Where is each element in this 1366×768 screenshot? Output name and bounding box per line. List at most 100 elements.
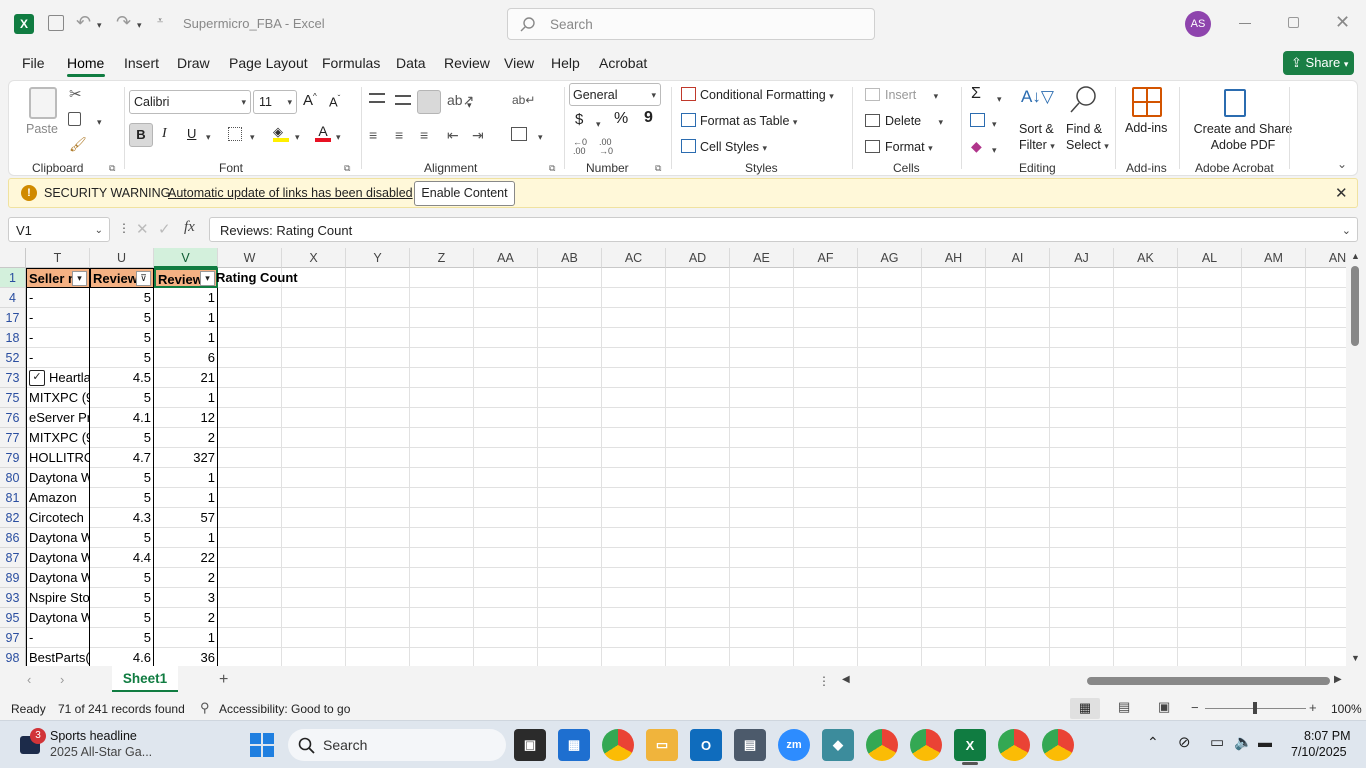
menu-view[interactable]: View (504, 55, 534, 71)
row-header[interactable]: 18 (0, 328, 26, 348)
fill-dropdown-icon[interactable]: ▾ (992, 116, 997, 130)
cell-u[interactable]: 4.3 (90, 508, 154, 528)
cell-t[interactable]: - (26, 348, 90, 368)
restore-button[interactable] (1288, 17, 1299, 28)
zoom-app-icon[interactable]: zm (778, 729, 810, 761)
row-header[interactable]: 52 (0, 348, 26, 368)
checkbox-icon[interactable]: ✓ (29, 370, 45, 386)
cell-t[interactable]: Daytona W (26, 548, 90, 568)
fill-color-icon[interactable]: ◈ (273, 124, 289, 142)
task-view-icon[interactable]: ▣ (514, 729, 546, 761)
italic-button[interactable]: I (162, 126, 167, 142)
volume-icon[interactable]: 🔈 (1234, 733, 1253, 751)
cell-u[interactable]: 5 (90, 468, 154, 488)
conditional-formatting-icon[interactable] (681, 87, 696, 101)
scroll-right-icon[interactable]: ▶ (1334, 674, 1342, 685)
row-header[interactable]: 77 (0, 428, 26, 448)
cell-u[interactable]: 5 (90, 628, 154, 648)
zoom-in-icon[interactable]: + (1309, 700, 1317, 715)
menu-help[interactable]: Help (551, 55, 580, 71)
cell-u[interactable]: 5 (90, 588, 154, 608)
decrease-font-icon[interactable]: Aˇ (329, 94, 340, 109)
cell-t[interactable]: MITXPC (9 (26, 388, 90, 408)
cell-t[interactable]: - (26, 328, 90, 348)
borders-icon[interactable] (228, 127, 242, 141)
format-cells-icon[interactable] (865, 140, 880, 153)
cancel-icon[interactable]: ✕ (136, 220, 149, 238)
menu-formulas[interactable]: Formulas (322, 55, 380, 71)
battery-icon[interactable]: ▬ (1258, 734, 1272, 750)
column-header[interactable]: AJ (1050, 248, 1114, 268)
merge-dropdown-icon[interactable]: ▾ (538, 129, 543, 143)
cell-t[interactable]: MITXPC (9 (26, 428, 90, 448)
menu-page-layout[interactable]: Page Layout (229, 55, 308, 71)
add-ins-button[interactable]: Add-ins (1125, 121, 1167, 135)
cut-icon[interactable]: ✂ (69, 85, 82, 103)
outlook-icon[interactable]: O (690, 729, 722, 761)
page-break-view-icon[interactable]: ▣ (1158, 699, 1170, 715)
row-header[interactable]: 89 (0, 568, 26, 588)
expand-formula-icon[interactable]: ⌄ (1342, 224, 1351, 237)
app-diamond-icon[interactable]: ◆ (822, 729, 854, 761)
scroll-left-icon[interactable]: ◀ (842, 674, 850, 685)
cell-t[interactable]: Daytona W (26, 608, 90, 628)
chrome-profile-4-icon[interactable] (1042, 729, 1074, 761)
file-explorer-icon[interactable]: ▭ (646, 729, 678, 761)
cell-t[interactable]: - (26, 288, 90, 308)
row-header[interactable]: 81 (0, 488, 26, 508)
paste-icon[interactable] (29, 87, 57, 119)
font-name-select[interactable]: Calibri ▾ (129, 90, 251, 114)
create-pdf-icon[interactable] (1224, 89, 1246, 117)
row-header[interactable]: 76 (0, 408, 26, 428)
column-header[interactable]: AC (602, 248, 666, 268)
cell-v[interactable]: 1 (154, 628, 218, 648)
delete-cells-icon[interactable] (865, 114, 880, 127)
create-share-pdf-button[interactable]: Create and Share Adobe PDF (1189, 121, 1297, 153)
cell-t[interactable]: HOLLITRO (26, 448, 90, 468)
font-launcher-icon[interactable]: ⧉ (344, 163, 350, 174)
column-header[interactable]: X (282, 248, 346, 268)
cell-t[interactable]: eServer Pr (26, 408, 90, 428)
cell-v[interactable]: 1 (154, 468, 218, 488)
close-button[interactable]: ✕ (1335, 12, 1350, 33)
row-header[interactable]: 97 (0, 628, 26, 648)
collapse-ribbon-icon[interactable]: ⌄ (1337, 157, 1347, 171)
cell-u[interactable]: 4.4 (90, 548, 154, 568)
cell-t[interactable]: Daytona W (26, 468, 90, 488)
add-ins-icon[interactable] (1132, 87, 1162, 117)
menu-draw[interactable]: Draw (177, 55, 210, 71)
row-header[interactable]: 73 (0, 368, 26, 388)
align-right-icon[interactable]: ≡ (420, 127, 428, 143)
cell-v[interactable]: 1 (154, 488, 218, 508)
name-box[interactable]: V1 ⌄ (8, 217, 110, 242)
user-avatar[interactable]: AS (1185, 11, 1211, 37)
cell-v[interactable]: 12 (154, 408, 218, 428)
cell-v[interactable]: 21 (154, 368, 218, 388)
sort-filter-button[interactable]: Sort & Filter ▾ (1019, 121, 1055, 154)
zoom-out-icon[interactable]: − (1191, 700, 1199, 715)
percent-icon[interactable]: % (614, 110, 628, 128)
format-painter-icon[interactable]: 🖌 (69, 136, 87, 153)
cell-u[interactable]: 5 (90, 528, 154, 548)
cell-u[interactable]: 5 (90, 608, 154, 628)
increase-indent-icon[interactable]: ⇥ (472, 127, 484, 144)
conditional-formatting-button[interactable]: Conditional Formatting ▾ (700, 88, 834, 102)
enable-content-button[interactable]: Enable Content (414, 181, 515, 206)
save-icon[interactable] (48, 15, 64, 31)
column-header[interactable]: AL (1178, 248, 1242, 268)
formula-input[interactable]: Reviews: Rating Count ⌄ (209, 217, 1358, 242)
column-header[interactable]: U (90, 248, 154, 268)
sheet-options-icon[interactable]: ⋮ (818, 674, 830, 688)
currency-dropdown-icon[interactable]: ▾ (596, 116, 601, 130)
merge-center-icon[interactable] (511, 127, 527, 141)
column-header[interactable]: V (154, 248, 218, 268)
cell-u[interactable]: 4.5 (90, 368, 154, 388)
cell-v[interactable]: 6 (154, 348, 218, 368)
taskbar-search[interactable]: Search (288, 729, 506, 761)
find-select-icon[interactable] (1068, 85, 1098, 115)
calculator-icon[interactable]: ▤ (734, 729, 766, 761)
cell-v[interactable]: 2 (154, 428, 218, 448)
row-header[interactable]: 80 (0, 468, 26, 488)
column-header[interactable]: Z (410, 248, 474, 268)
column-header[interactable]: AM (1242, 248, 1306, 268)
